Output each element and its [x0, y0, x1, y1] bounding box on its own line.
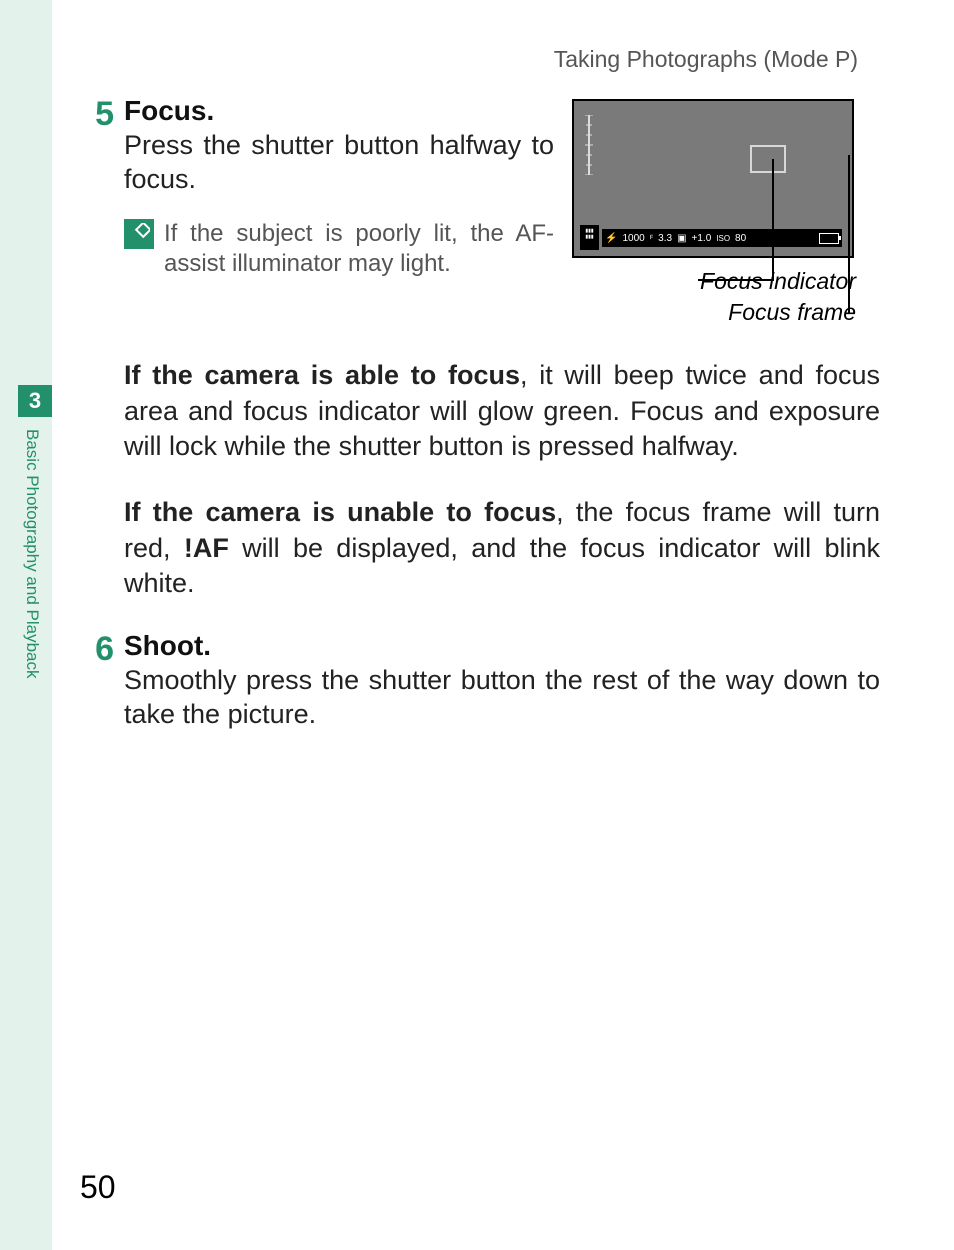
battery-icon — [819, 233, 839, 244]
iso-label: ISO — [716, 234, 730, 243]
step-title: Shoot. — [124, 630, 880, 662]
status-bar: ⚡ 1000 ꟳ 3.3 ▣ +1.0 ISO 80 — [602, 229, 842, 247]
bold-lead: If the camera is unable to focus — [124, 497, 556, 527]
shutter-speed: 1000 — [622, 233, 644, 244]
section-header: Taking Photographs (Mode P) — [80, 46, 858, 73]
text: will be displayed, and the focus indicat… — [124, 533, 880, 599]
callout-line — [848, 155, 850, 313]
chapter-number: 3 — [18, 385, 52, 417]
flash-icon: ⚡ — [605, 233, 617, 244]
lcd-screen: ▮▮▮▮▮▮ ⚡ 1000 ꟳ 3.3 ▣ +1.0 ISO 80 — [572, 99, 854, 258]
mode-badge: ▮▮▮▮▮▮ — [580, 225, 599, 250]
step-5: 5 Focus. Press the shutter button halfwa… — [80, 95, 880, 328]
focus-frame-box — [750, 145, 786, 173]
af-warning-icon: !AF — [184, 533, 229, 563]
step-number: 6 — [80, 632, 114, 666]
step-6: 6 Shoot. Smoothly press the shutter butt… — [80, 630, 880, 732]
bold-lead: If the camera is able to focus — [124, 360, 520, 390]
label-focus-frame: Focus frame — [572, 297, 856, 328]
step-text: Smoothly press the shutter button the re… — [124, 664, 880, 732]
tip-diamond-icon — [124, 219, 154, 249]
callout-line — [772, 159, 774, 279]
ev-icon: ▣ — [677, 233, 686, 244]
chapter-title: Basic Photography and Playback — [22, 417, 42, 679]
note: If the subject is poorly lit, the AF-ass… — [124, 219, 554, 279]
lcd-figure: ▮▮▮▮▮▮ ⚡ 1000 ꟳ 3.3 ▣ +1.0 ISO 80 — [572, 99, 862, 328]
step-title: Focus. — [124, 95, 554, 127]
paragraph-able-to-focus: If the camera is able to focus, it will … — [124, 358, 880, 465]
left-margin-bar: 3 Basic Photography and Playback — [0, 0, 52, 1250]
step-number: 5 — [80, 97, 114, 131]
aperture: 3.3 — [658, 233, 672, 244]
paragraph-unable-to-focus: If the camera is unable to focus, the fo… — [124, 495, 880, 602]
aperture-sep: ꟳ — [650, 231, 653, 245]
page-content: Taking Photographs (Mode P) 5 Focus. Pre… — [80, 46, 880, 737]
ev-value: +1.0 — [692, 233, 712, 244]
callout-line — [698, 279, 774, 281]
label-focus-indicator: Focus indicator — [572, 266, 856, 297]
chapter-tab: 3 Basic Photography and Playback — [18, 385, 52, 825]
step-text: Press the shutter button halfway to focu… — [124, 129, 554, 197]
page-number: 50 — [80, 1169, 116, 1206]
exposure-scale-icon — [585, 115, 593, 180]
note-text: If the subject is poorly lit, the AF-ass… — [164, 219, 554, 279]
iso-value: 80 — [735, 233, 746, 244]
